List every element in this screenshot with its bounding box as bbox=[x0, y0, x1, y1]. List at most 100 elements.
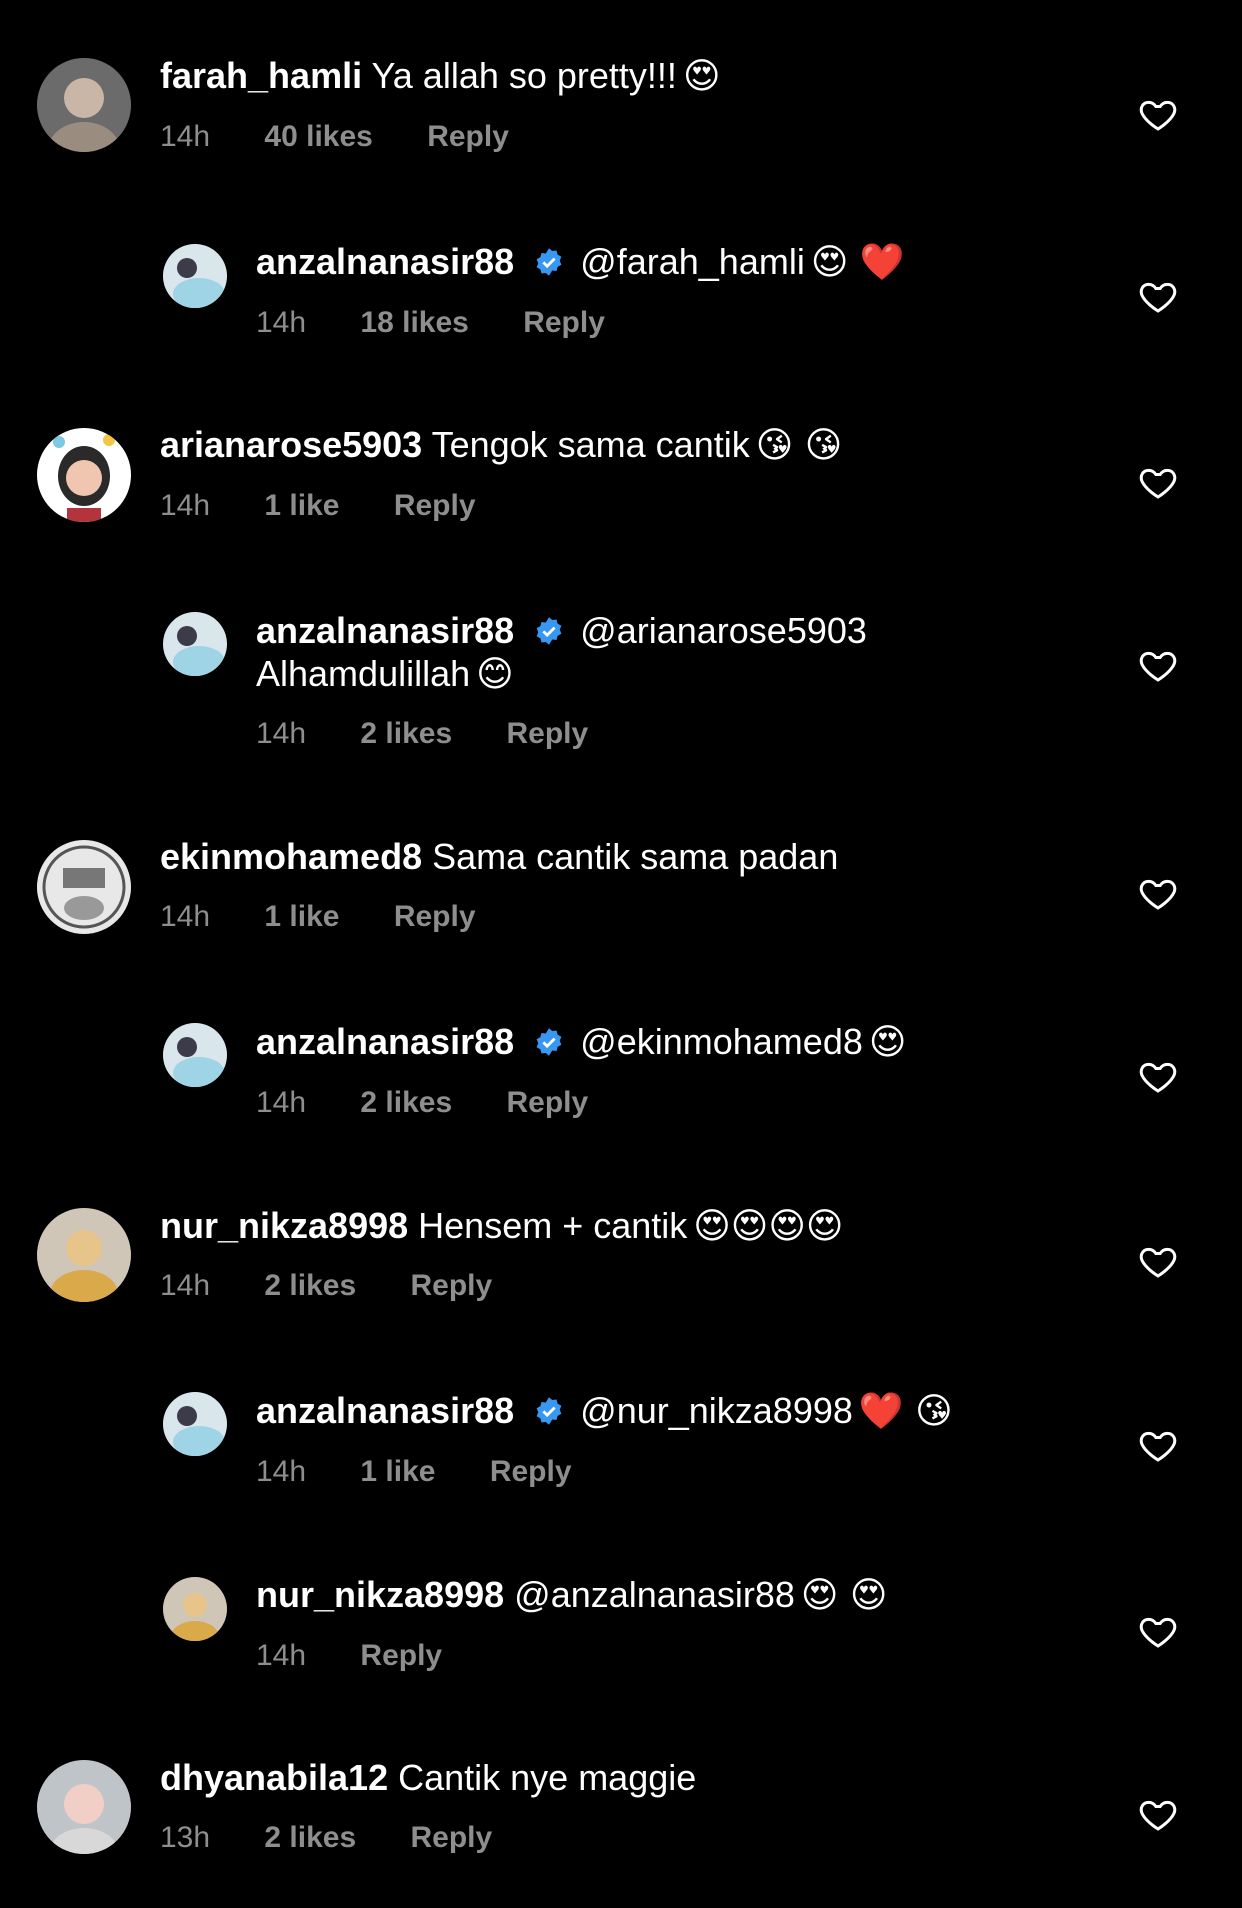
comment-username[interactable]: anzalnanasir88 bbox=[256, 241, 514, 282]
avatar[interactable] bbox=[37, 58, 131, 152]
comment-meta: 14h 1 like Reply bbox=[160, 489, 522, 523]
avatar[interactable] bbox=[37, 1760, 131, 1854]
comment-time: 14h bbox=[256, 717, 307, 750]
comment-body: @farah_hamli bbox=[580, 241, 805, 282]
comment-time: 14h bbox=[160, 1269, 211, 1302]
heart-outline-icon[interactable] bbox=[1138, 1241, 1178, 1281]
avatar[interactable] bbox=[163, 244, 227, 308]
heart-outline-icon[interactable] bbox=[1138, 873, 1178, 913]
reply-button[interactable]: Reply bbox=[427, 120, 509, 153]
emoji-icon: 😊 bbox=[476, 654, 514, 695]
comment-time: 14h bbox=[256, 1455, 307, 1488]
comment-time: 14h bbox=[160, 120, 211, 153]
comment-time: 14h bbox=[256, 1639, 307, 1672]
avatar[interactable] bbox=[163, 612, 227, 676]
like-count[interactable]: 40 likes bbox=[264, 120, 372, 153]
comment-meta: 14h 1 like Reply bbox=[256, 1455, 618, 1489]
heart-outline-icon[interactable] bbox=[1138, 1056, 1178, 1096]
comment-body: @arianarose5903 bbox=[580, 610, 867, 651]
reply-button[interactable]: Reply bbox=[507, 1086, 589, 1119]
comment-meta: 14h 1 like Reply bbox=[160, 900, 522, 934]
reply-button[interactable]: Reply bbox=[523, 306, 605, 339]
comment-username[interactable]: arianarose5903 bbox=[160, 424, 422, 465]
comment-text: dhyanabila12 Cantik nye maggie bbox=[160, 1756, 696, 1800]
comment-meta: 14h Reply bbox=[256, 1639, 488, 1673]
like-count[interactable]: 2 likes bbox=[264, 1269, 356, 1302]
reply-button[interactable]: Reply bbox=[394, 900, 476, 933]
comment-time: 14h bbox=[160, 489, 211, 522]
comment-username[interactable]: anzalnanasir88 bbox=[256, 610, 514, 651]
comment-body: Cantik nye maggie bbox=[398, 1757, 697, 1798]
comment-text: anzalnanasir88 @farah_hamli 😍 ❤️ bbox=[256, 240, 905, 285]
like-count[interactable]: 2 likes bbox=[360, 717, 452, 750]
comment-text: ekinmohamed8 Sama cantik sama padan bbox=[160, 835, 838, 879]
emoji-icon: 😍 😍 bbox=[800, 1575, 888, 1616]
verified-badge-icon bbox=[536, 1028, 562, 1056]
comment-meta: 14h 18 likes Reply bbox=[256, 306, 651, 340]
avatar[interactable] bbox=[37, 1208, 131, 1302]
comment-text-line2: Alhamdulillah 😊 bbox=[256, 652, 514, 697]
comment-body: @nur_nikza8998 bbox=[580, 1390, 853, 1431]
emoji-icon: 😍😍😍😍 bbox=[693, 1206, 844, 1247]
heart-outline-icon[interactable] bbox=[1138, 276, 1178, 316]
reply-button[interactable]: Reply bbox=[490, 1455, 572, 1488]
heart-outline-icon[interactable] bbox=[1138, 1425, 1178, 1465]
like-count[interactable]: 18 likes bbox=[360, 306, 468, 339]
avatar[interactable] bbox=[163, 1392, 227, 1456]
comment-body: Hensem + cantik bbox=[418, 1205, 688, 1246]
comment-username[interactable]: ekinmohamed8 bbox=[160, 836, 422, 877]
avatar[interactable] bbox=[37, 428, 131, 522]
emoji-icon: 😍 ❤️ bbox=[810, 242, 905, 283]
heart-outline-icon[interactable] bbox=[1138, 1611, 1178, 1651]
comment-body: @ekinmohamed8 bbox=[580, 1021, 863, 1062]
comment-time: 14h bbox=[256, 1086, 307, 1119]
emoji-icon: 😍 bbox=[868, 1022, 907, 1063]
avatar[interactable] bbox=[163, 1023, 227, 1087]
comment-text: nur_nikza8998 Hensem + cantik 😍😍😍😍 bbox=[160, 1204, 843, 1249]
like-count[interactable]: 2 likes bbox=[360, 1086, 452, 1119]
comment-body: @anzalnanasir88 bbox=[514, 1574, 795, 1615]
avatar[interactable] bbox=[163, 1577, 227, 1641]
comment-username[interactable]: nur_nikza8998 bbox=[160, 1205, 408, 1246]
avatar[interactable] bbox=[37, 840, 131, 934]
reply-button[interactable]: Reply bbox=[411, 1269, 493, 1302]
reply-button[interactable]: Reply bbox=[411, 1821, 493, 1854]
comment-text: anzalnanasir88 @nur_nikza8998 ❤️ 😘 bbox=[256, 1389, 953, 1434]
heart-outline-icon[interactable] bbox=[1138, 1794, 1178, 1834]
comment-meta: 14h 2 likes Reply bbox=[160, 1269, 538, 1303]
comment-username[interactable]: farah_hamli bbox=[160, 55, 362, 96]
comment-meta: 14h 2 likes Reply bbox=[256, 1086, 634, 1120]
comment-username[interactable]: dhyanabila12 bbox=[160, 1757, 388, 1798]
comment-username[interactable]: nur_nikza8998 bbox=[256, 1574, 504, 1615]
emoji-icon: 😘 😘 bbox=[755, 425, 843, 466]
reply-button[interactable]: Reply bbox=[394, 489, 476, 522]
like-count[interactable]: 1 like bbox=[264, 900, 339, 933]
heart-outline-icon[interactable] bbox=[1138, 462, 1178, 502]
verified-badge-icon bbox=[536, 1397, 562, 1425]
like-count[interactable]: 1 like bbox=[360, 1455, 435, 1488]
comment-time: 13h bbox=[160, 1821, 211, 1854]
verified-badge-icon bbox=[536, 617, 562, 645]
comment-text: anzalnanasir88 @arianarose5903 bbox=[256, 609, 867, 653]
comment-body: Tengok sama cantik bbox=[431, 424, 750, 465]
heart-outline-icon[interactable] bbox=[1138, 94, 1178, 134]
comment-text: farah_hamli Ya allah so pretty!!! 😍 bbox=[160, 54, 720, 99]
emoji-icon: ❤️ 😘 bbox=[858, 1391, 953, 1432]
comment-username[interactable]: anzalnanasir88 bbox=[256, 1390, 514, 1431]
like-count[interactable]: 1 like bbox=[264, 489, 339, 522]
comment-meta: 14h 40 likes Reply bbox=[160, 120, 555, 154]
comment-body: Alhamdulillah bbox=[256, 653, 471, 694]
comment-body: Sama cantik sama padan bbox=[432, 836, 839, 877]
comment-text: anzalnanasir88 @ekinmohamed8 😍 bbox=[256, 1020, 906, 1065]
heart-outline-icon[interactable] bbox=[1138, 645, 1178, 685]
verified-badge-icon bbox=[536, 248, 562, 276]
comment-username[interactable]: anzalnanasir88 bbox=[256, 1021, 514, 1062]
comment-meta: 13h 2 likes Reply bbox=[160, 1821, 538, 1855]
comment-time: 14h bbox=[256, 306, 307, 339]
reply-button[interactable]: Reply bbox=[360, 1639, 442, 1672]
comment-time: 14h bbox=[160, 900, 211, 933]
comment-text: nur_nikza8998 @anzalnanasir88 😍 😍 bbox=[256, 1573, 887, 1618]
comment-meta: 14h 2 likes Reply bbox=[256, 717, 634, 751]
like-count[interactable]: 2 likes bbox=[264, 1821, 356, 1854]
reply-button[interactable]: Reply bbox=[507, 717, 589, 750]
